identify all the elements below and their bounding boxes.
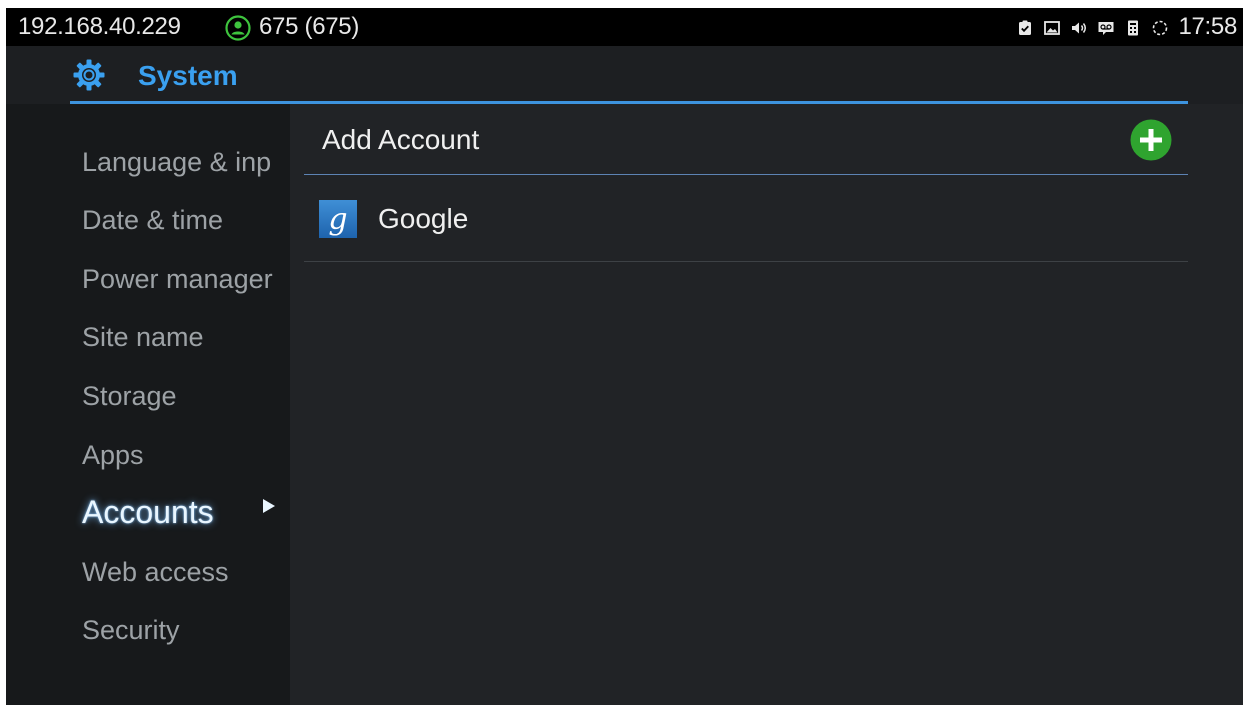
sidebar: Language & inp Date & time Power manager… [6,104,290,705]
add-account-label: Add Account [322,124,480,155]
clipboard-check-icon [1016,19,1034,37]
ip-address: 192.168.40.229 [18,13,181,40]
row-divider [304,261,1188,262]
plus-circle-icon[interactable] [1130,119,1172,161]
play-arrow-icon [262,498,276,514]
main-panel: Add Account g Google [290,104,1243,705]
gear-icon [72,58,106,92]
sidebar-item-power-manager[interactable]: Power manager [82,263,290,295]
volume-icon [1070,19,1088,37]
sync-icon [1151,19,1169,37]
sidebar-item-date-time[interactable]: Date & time [82,204,290,236]
sidebar-item-site-name[interactable]: Site name [82,321,290,353]
account-row-google[interactable]: g Google [304,175,1188,260]
svg-text:g: g [328,202,347,237]
sidebar-item-web-access[interactable]: Web access [82,556,290,588]
sidebar-item-storage[interactable]: Storage [82,380,290,412]
clock: 17:58 [1178,13,1237,40]
image-icon [1043,19,1061,37]
voicemail-icon [1097,19,1115,37]
screen: 192.168.40.229 675 (675) 17:58 System La… [6,8,1243,705]
status-bar: 192.168.40.229 675 (675) 17:58 [6,8,1243,46]
account-status-icon [225,15,251,41]
add-account-row[interactable]: Add Account [304,104,1188,174]
sidebar-item-apps[interactable]: Apps [82,439,290,471]
sim-icon [1124,19,1142,37]
sidebar-item-security[interactable]: Security [82,614,290,646]
status-icons [1016,18,1169,38]
page-title: System [138,60,238,91]
google-icon: g [319,200,357,238]
sidebar-item-accounts[interactable]: Accounts [82,496,290,528]
account-label-google: Google [378,203,469,234]
account-label: 675 (675) [259,13,360,40]
sidebar-item-language-input[interactable]: Language & inp [82,146,290,178]
